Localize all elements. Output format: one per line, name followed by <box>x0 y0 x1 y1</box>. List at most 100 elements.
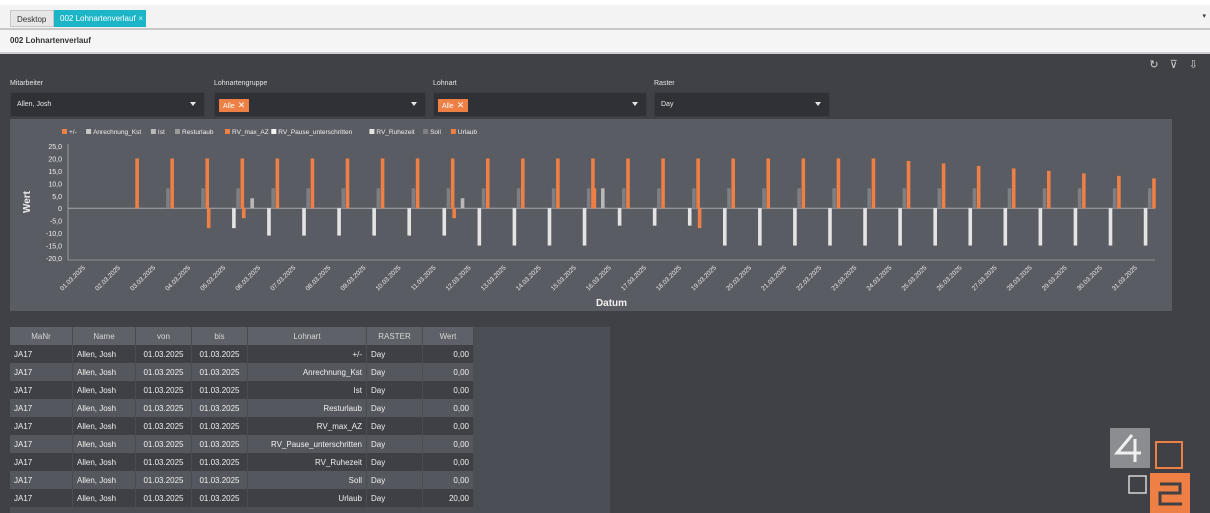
chip-remove-icon[interactable]: ✕ <box>457 100 465 110</box>
bar <box>372 208 376 236</box>
bar <box>521 158 525 209</box>
bar <box>135 158 139 209</box>
table-cell: 01.03.2025 <box>135 363 192 381</box>
table-cell: Anrechnung_Kst <box>247 363 367 381</box>
bar <box>170 158 174 209</box>
y-tick-label: -5,0 <box>50 219 62 226</box>
x-tick-label: 08.03.2025 <box>304 264 332 292</box>
bar <box>380 158 385 209</box>
bar <box>241 208 246 219</box>
table-cell: JA17 <box>10 453 73 471</box>
lohnartengruppe-label: Lohnartengruppe <box>214 80 268 87</box>
table-cell: 01.03.2025 <box>135 453 192 471</box>
column-header[interactable]: von <box>135 327 192 345</box>
bar <box>687 208 692 226</box>
x-tick-label: 31.03.2025 <box>1111 264 1139 292</box>
column-header[interactable]: Wert <box>422 327 474 345</box>
bar <box>485 158 490 209</box>
bar <box>407 208 412 236</box>
lohnartengruppe-select[interactable]: Alle ✕ <box>214 92 426 117</box>
bar <box>271 188 275 209</box>
bar <box>1082 173 1086 209</box>
table-cell: 01.03.2025 <box>191 435 248 453</box>
table-cell: JA17 <box>10 471 73 489</box>
table-row[interactable]: JA17 Allen, Josh 01.03.2025 01.03.2025 RV_ma… <box>10 417 474 435</box>
table-cell: Ist <box>247 381 367 399</box>
column-header[interactable]: RASTER <box>366 327 423 345</box>
bar <box>232 208 236 229</box>
mitarbeiter-select[interactable]: Allen, Josh <box>10 92 205 117</box>
bar <box>696 158 700 209</box>
table-cell: 01.03.2025 <box>135 489 192 507</box>
table-cell: 01.03.2025 <box>135 435 192 453</box>
chip-remove-icon[interactable]: ✕ <box>238 100 246 110</box>
bar <box>1003 208 1008 246</box>
tab-lohnartenverlauf[interactable]: 002 Lohnartenverlauf × <box>54 10 146 27</box>
legend-label: RV_Ruhezeit <box>376 129 414 136</box>
table-row[interactable]: JA17 Allen, Josh 01.03.2025 01.03.2025 Soll D… <box>10 471 474 489</box>
column-header[interactable]: Lohnart <box>247 327 367 345</box>
legend-swatch <box>369 129 375 134</box>
legend-swatch <box>175 129 180 134</box>
bar <box>250 198 254 209</box>
bar <box>452 208 456 219</box>
bar <box>697 208 702 229</box>
data-table: MaNr Name von bis Lohnart RASTER Wert JA17 Alle… <box>10 327 474 507</box>
x-tick-label: 20.03.2025 <box>725 264 753 292</box>
table-cell: 01.03.2025 <box>191 381 248 399</box>
column-header[interactable]: Name <box>72 327 136 345</box>
column-header[interactable]: bis <box>191 327 248 345</box>
bar <box>267 208 271 236</box>
table-row[interactable]: JA17 Allen, Josh 01.03.2025 01.03.2025 RV_Ru… <box>10 453 474 471</box>
chip-label: Alle <box>442 103 454 110</box>
table-cell: Allen, Josh <box>72 489 136 507</box>
x-tick-label: 29.03.2025 <box>1041 264 1069 292</box>
lohnart-select[interactable]: Alle ✕ <box>433 92 647 117</box>
bar <box>516 188 521 209</box>
bar <box>1152 178 1156 209</box>
legend-swatch <box>423 129 429 134</box>
x-tick-label: 28.03.2025 <box>1006 264 1034 292</box>
table-row[interactable]: JA17 Allen, Josh 01.03.2025 01.03.2025 Anrec… <box>10 363 474 381</box>
legend-swatch <box>450 129 456 134</box>
bar <box>477 208 482 246</box>
filter-clear-icon[interactable]: ⊽ <box>1170 59 1182 71</box>
y-tick-label: -10,0 <box>46 231 62 238</box>
x-tick-label: 04.03.2025 <box>164 264 192 292</box>
bar <box>976 165 981 209</box>
lohnart-chip[interactable]: Alle ✕ <box>438 99 469 112</box>
bar <box>661 158 665 209</box>
tab-overflow-icon[interactable]: ▾ <box>1202 12 1206 20</box>
refresh-icon[interactable]: ↻ <box>1149 59 1162 71</box>
x-tick-label: 24.03.2025 <box>865 264 893 292</box>
lohnartengruppe-chip[interactable]: Alle ✕ <box>219 99 250 112</box>
chevron-down-icon <box>815 102 821 106</box>
bar <box>236 188 240 209</box>
bar <box>863 208 867 246</box>
table-row[interactable]: JA17 Allen, Josh 01.03.2025 01.03.2025 Ist Da… <box>10 381 474 399</box>
table-cell: Day <box>366 417 423 435</box>
export-icon[interactable]: ⇩ <box>1189 59 1202 71</box>
x-tick-label: 11.03.2025 <box>410 264 438 292</box>
raster-select[interactable]: Day <box>654 92 830 117</box>
table-cell: 01.03.2025 <box>135 345 192 363</box>
x-tick-label: 26.03.2025 <box>936 264 964 292</box>
tab-desktop[interactable]: Desktop <box>10 10 54 27</box>
table-row[interactable]: JA17 Allen, Josh 01.03.2025 01.03.2025 RV_Pa… <box>10 435 474 453</box>
table-cell: 0,00 <box>422 381 474 399</box>
table-row[interactable]: JA17 Allen, Josh 01.03.2025 01.03.2025 Restu… <box>10 399 474 417</box>
table-cell: 01.03.2025 <box>135 399 192 417</box>
table-row[interactable]: JA17 Allen, Josh 01.03.2025 01.03.2025 Urlau… <box>10 489 474 507</box>
tab-bar: Desktop 002 Lohnartenverlauf × ▾ <box>0 5 1210 30</box>
table-row[interactable]: JA17 Allen, Josh 01.03.2025 01.03.2025 +/- Da… <box>10 345 474 363</box>
bar <box>1143 208 1148 246</box>
tab-close-icon[interactable]: × <box>138 10 143 27</box>
legend-label: RV_max_AZ <box>232 129 269 136</box>
column-header[interactable]: MaNr <box>10 327 73 345</box>
table-cell: Day <box>366 345 423 363</box>
bar <box>832 188 836 209</box>
bar <box>1112 188 1117 209</box>
bar <box>766 158 771 209</box>
bar <box>902 188 907 209</box>
table-cell: RV_max_AZ <box>247 417 367 435</box>
